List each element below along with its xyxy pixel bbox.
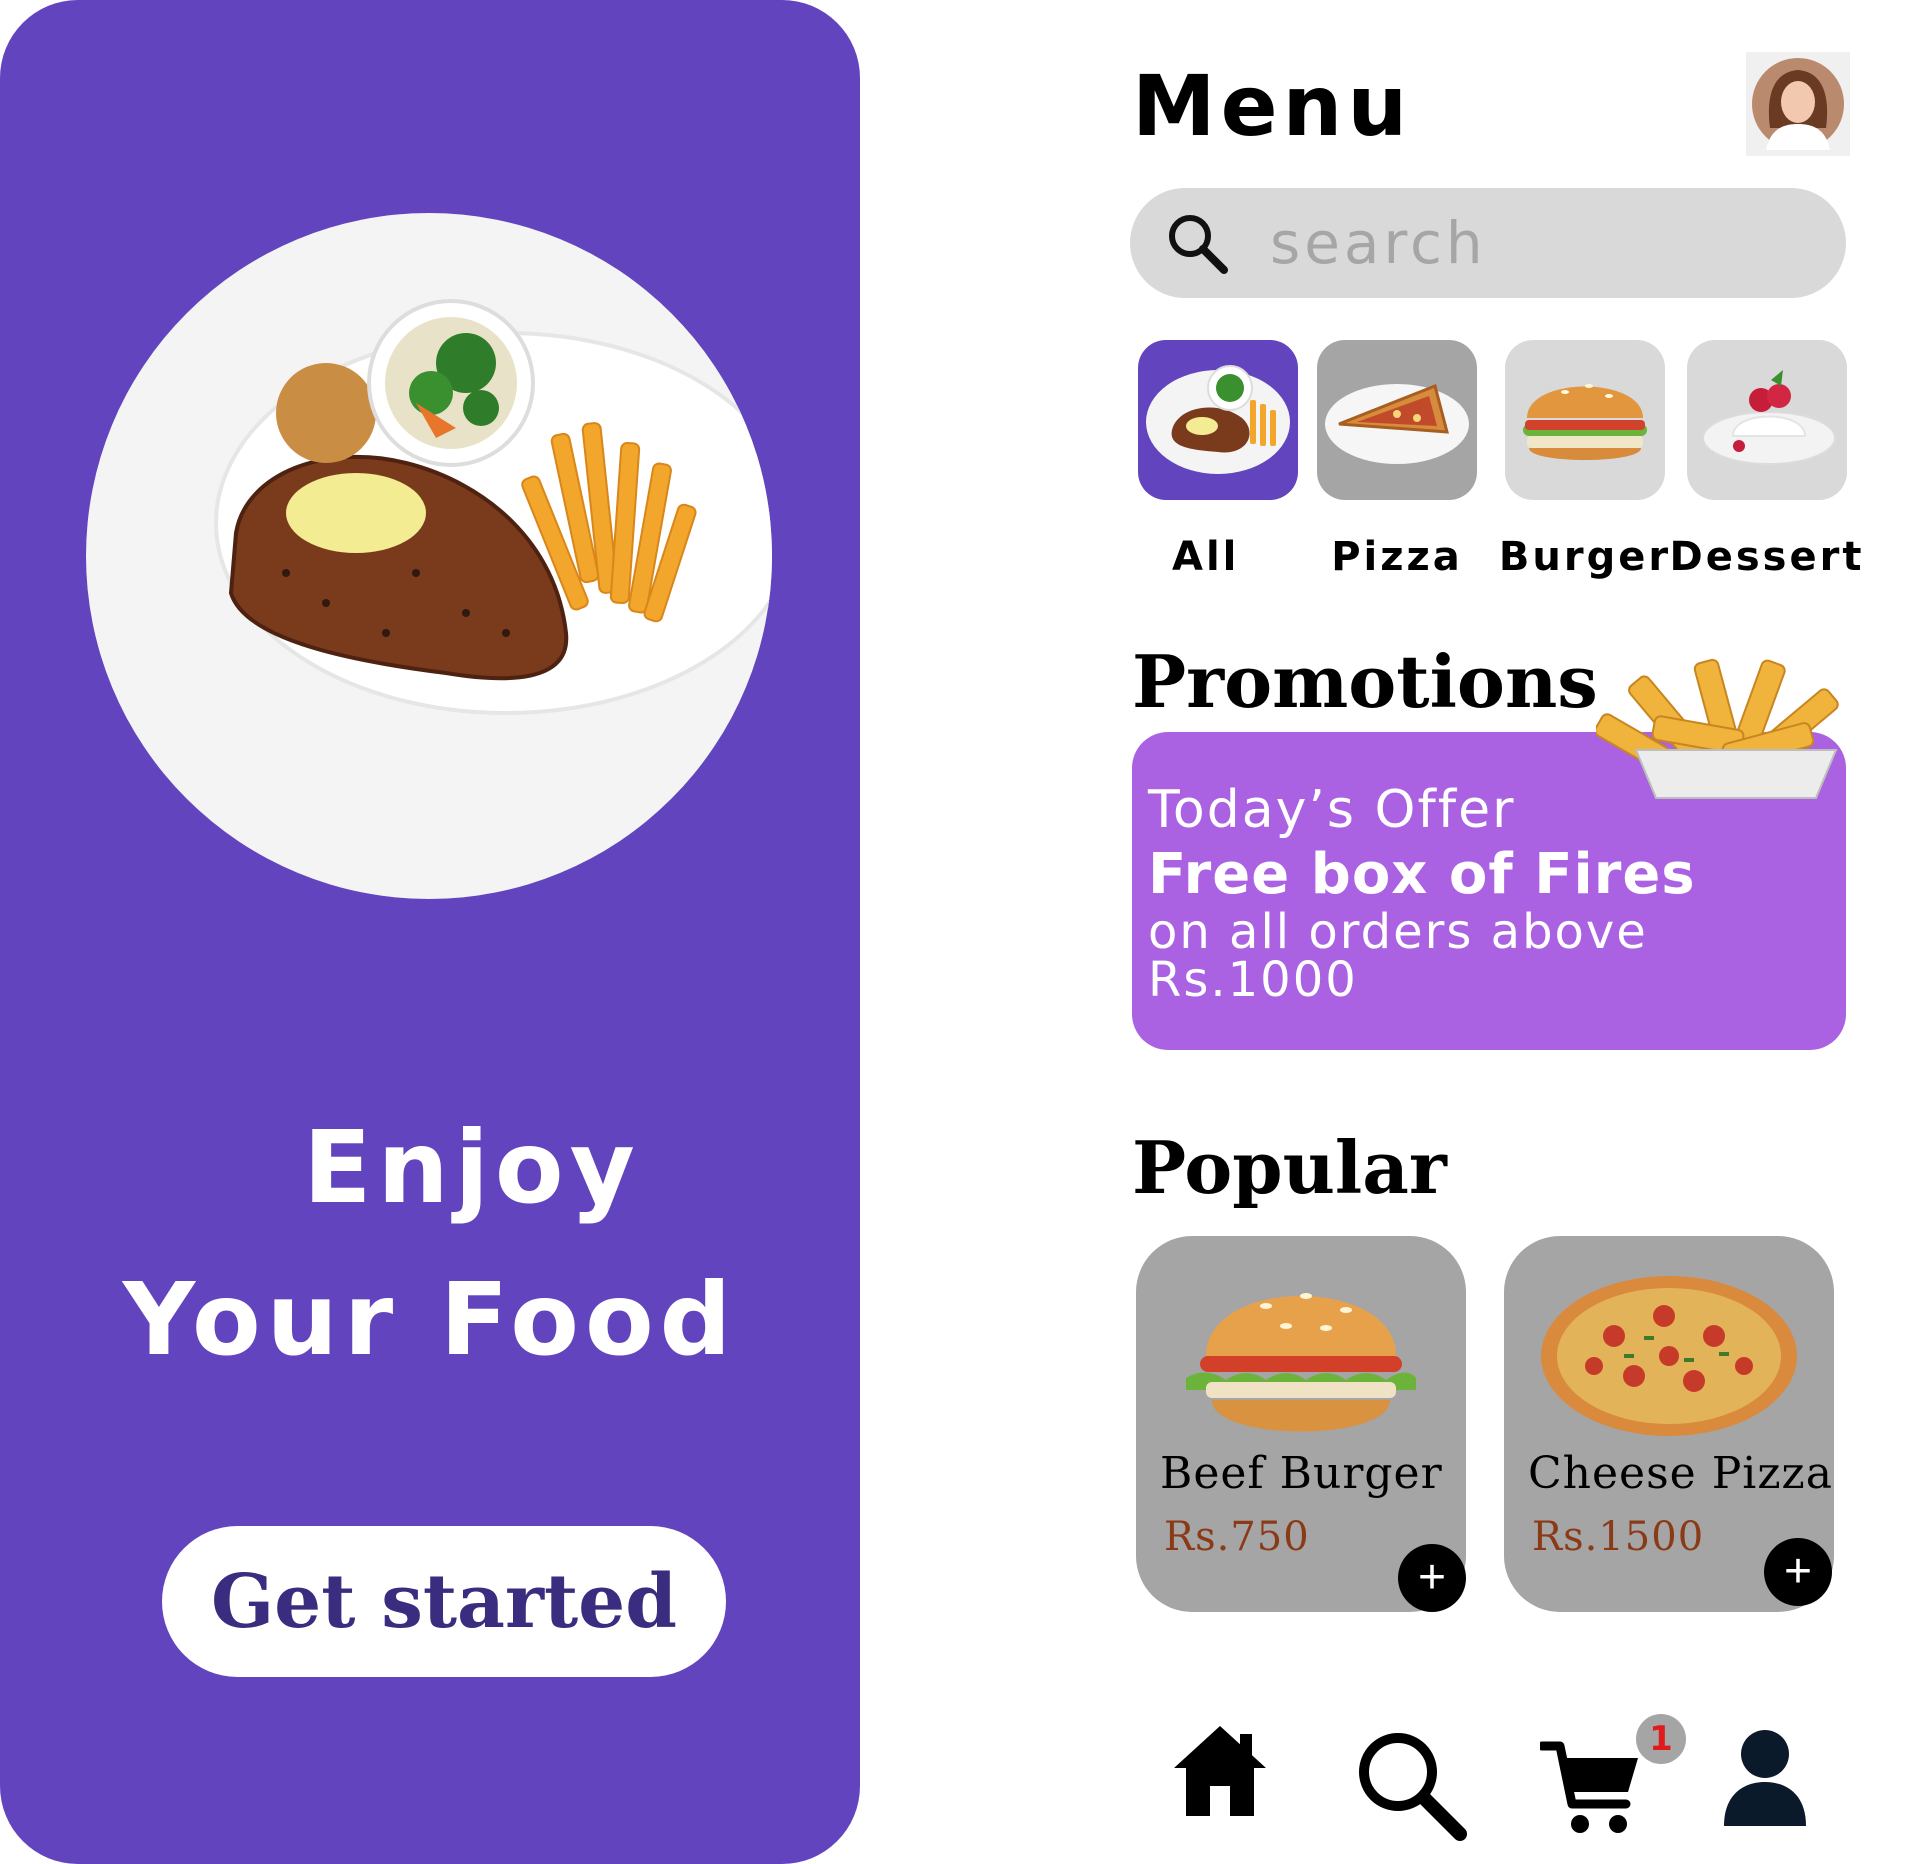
search-input[interactable]: [1270, 209, 1790, 277]
fries-image: [1596, 650, 1866, 810]
category-burger-tile[interactable]: [1505, 340, 1665, 500]
hero-food-image: [86, 213, 772, 899]
nav-profile[interactable]: [1722, 1728, 1808, 1828]
cart-icon: [1540, 1741, 1638, 1833]
nav-search[interactable]: [1352, 1726, 1468, 1842]
headline-line-2: Your Food: [122, 1261, 738, 1378]
category-label: Burger: [1498, 534, 1672, 580]
offer-headline: Free box of Fires: [1148, 842, 1696, 908]
user-avatar-icon: [1752, 58, 1844, 150]
profile-icon: [1724, 1730, 1806, 1826]
avatar[interactable]: [1746, 52, 1850, 156]
nav-home[interactable]: [1170, 1720, 1270, 1820]
item-name: Beef Burger: [1160, 1448, 1443, 1499]
item-name: Cheese Pizza: [1528, 1448, 1833, 1499]
category-dessert[interactable]: Dessert: [1670, 340, 1861, 580]
beef-burger-image: [1166, 1266, 1436, 1446]
add-to-cart-button[interactable]: +: [1764, 1538, 1832, 1606]
search-bar[interactable]: [1130, 188, 1846, 298]
item-price: Rs.1500: [1532, 1514, 1705, 1560]
headline-line-1: Enjoy: [303, 1109, 641, 1226]
pizza-slice-icon: [1325, 383, 1469, 464]
splash-screen: Enjoy Your Food Get started: [0, 0, 860, 1864]
burger-icon: [1186, 1293, 1416, 1432]
popular-item-cheese-pizza[interactable]: Cheese Pizza Rs.1500 +: [1504, 1236, 1834, 1612]
dessert-icon: [1702, 370, 1836, 465]
popular-item-beef-burger[interactable]: Beef Burger Rs.750 +: [1136, 1236, 1466, 1612]
home-icon: [1174, 1726, 1266, 1816]
category-all-tile[interactable]: [1138, 340, 1298, 500]
burger-icon: [1523, 384, 1647, 460]
cheese-pizza-image: [1534, 1266, 1804, 1446]
item-price: Rs.750: [1164, 1514, 1310, 1560]
search-icon: [1169, 215, 1228, 274]
promotions-title: Promotions: [1132, 639, 1598, 724]
category-dessert-tile[interactable]: [1687, 340, 1847, 500]
add-to-cart-button[interactable]: +: [1398, 1544, 1466, 1612]
search-icon: [1359, 1733, 1467, 1841]
offer-detail: on all orders above Rs.1000: [1148, 903, 1648, 1008]
category-all[interactable]: All: [1138, 340, 1298, 580]
popular-title: Popular: [1132, 1125, 1447, 1210]
cart-count-badge: 1: [1636, 1714, 1686, 1764]
category-label: Dessert: [1669, 534, 1865, 580]
steak-plate-illustration: [214, 299, 772, 715]
category-pizza[interactable]: Pizza: [1317, 340, 1477, 580]
category-label: Pizza: [1331, 534, 1463, 580]
category-pizza-tile[interactable]: [1317, 340, 1477, 500]
get-started-button[interactable]: Get started: [162, 1526, 726, 1677]
steak-plate-icon: [1146, 365, 1290, 474]
nav-cart[interactable]: [1540, 1740, 1640, 1840]
fries-box-icon: [1596, 658, 1839, 799]
page-title: Menu: [1132, 57, 1413, 155]
pizza-icon: [1541, 1276, 1797, 1436]
category-burger[interactable]: Burger: [1499, 340, 1668, 580]
